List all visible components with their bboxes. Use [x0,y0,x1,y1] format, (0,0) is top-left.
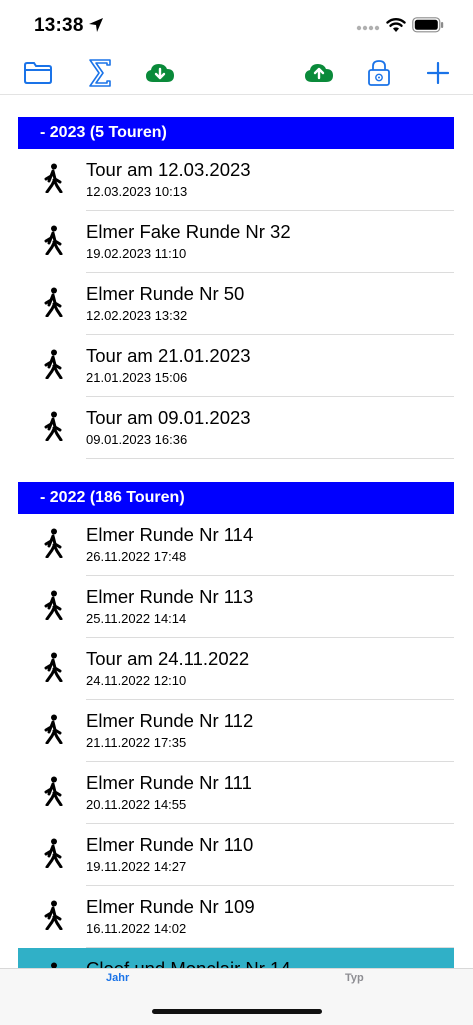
tour-date: 12.02.2023 13:32 [86,308,188,323]
tab-jahr[interactable]: Jahr [106,972,129,984]
tour-date: 26.11.2022 17:48 [86,549,187,564]
tour-title: Elmer Runde Nr 112 [86,710,254,731]
tour-row[interactable]: Tour am 21.01.2023 21.01.2023 15:06 [18,335,454,397]
statistics-button[interactable] [82,56,118,90]
cloud-upload-icon [305,64,333,82]
tour-title: Tour am 21.01.2023 [86,345,251,366]
tour-row[interactable]: Tour am 12.03.2023 12.03.2023 10:13 [18,149,454,211]
tour-title: Tour am 24.11.2022 [86,648,250,669]
tour-list[interactable]: - 2023 (5 Touren) Tour am 12.03.2023 12.03… [0,95,473,968]
walking-icon [42,163,64,198]
tour-row[interactable]: Elmer Fake Runde Nr 32 19.02.2023 11:10 [18,211,454,273]
walking-icon [42,287,64,322]
tour-row[interactable]: Tour am 09.01.2023 09.01.2023 16:36 [18,397,454,459]
tour-title: Tour am 12.03.2023 [86,159,251,180]
walking-icon [42,225,64,260]
folder-icon [24,62,52,84]
tour-row[interactable]: Elmer Runde Nr 114 26.11.2022 17:48 [18,514,454,576]
walking-icon [42,714,64,749]
lock-icon [368,60,390,86]
folder-button[interactable] [20,56,56,90]
tour-title: Elmer Fake Runde Nr 32 [86,221,291,242]
tour-title: Cloef und Monclair Nr 14 [86,958,291,968]
cloud-download-icon [146,64,174,82]
tour-row[interactable]: Elmer Runde Nr 109 16.11.2022 14:02 [18,886,454,948]
walking-icon [42,411,64,446]
tour-date: 16.11.2022 14:02 [86,921,187,936]
add-tour-button[interactable] [420,56,456,90]
tour-row[interactable]: Cloef und Monclair Nr 14 [18,948,454,968]
walking-icon [42,528,64,563]
tour-title: Elmer Runde Nr 114 [86,524,254,545]
tab-bar: Jahr Typ [0,968,473,1025]
walking-icon [42,900,64,935]
location-arrow-icon [89,18,103,32]
tour-date: 21.01.2023 15:06 [86,370,188,385]
walking-icon [42,652,64,687]
section-header[interactable]: - 2022 (186 Touren) [18,482,454,514]
tour-title: Elmer Runde Nr 109 [86,896,255,917]
tour-date: 21.11.2022 17:35 [86,735,187,750]
tour-date: 09.01.2023 16:36 [86,432,188,447]
tour-title: Elmer Runde Nr 50 [86,283,245,304]
home-indicator [152,1009,322,1014]
cloud-upload-button[interactable] [301,56,337,90]
tour-date: 24.11.2022 12:10 [86,673,187,688]
tour-date: 19.02.2023 11:10 [86,246,187,261]
tour-title: Elmer Runde Nr 113 [86,586,254,607]
walking-icon [42,838,64,873]
status-bar: 13:38 [0,0,473,52]
section-header[interactable]: - 2023 (5 Touren) [18,117,454,149]
cellular-signal-icon [356,25,380,31]
tour-row[interactable]: Elmer Runde Nr 50 12.02.2023 13:32 [18,273,454,335]
tour-date: 19.11.2022 14:27 [86,859,187,874]
tour-title: Tour am 09.01.2023 [86,407,251,428]
cloud-download-button[interactable] [142,56,178,90]
wifi-icon [386,18,406,32]
tour-date: 25.11.2022 14:14 [86,611,187,626]
tour-row[interactable]: Elmer Runde Nr 112 21.11.2022 17:35 [18,700,454,762]
tour-row[interactable]: Elmer Runde Nr 111 20.11.2022 14:55 [18,762,454,824]
tour-title: Elmer Runde Nr 110 [86,834,254,855]
sigma-icon [89,59,111,87]
row-separator [86,458,454,459]
walking-icon [42,349,64,384]
tour-row[interactable]: Tour am 24.11.2022 24.11.2022 12:10 [18,638,454,700]
walking-icon [42,590,64,625]
tour-title: Elmer Runde Nr 111 [86,772,252,793]
tour-date: 20.11.2022 14:55 [86,797,187,812]
tour-row[interactable]: Elmer Runde Nr 113 25.11.2022 14:14 [18,576,454,638]
tour-row[interactable]: Elmer Runde Nr 110 19.11.2022 14:27 [18,824,454,886]
walking-icon [42,776,64,811]
tour-date: 12.03.2023 10:13 [86,184,188,199]
lock-button[interactable] [361,56,397,90]
battery-icon [412,17,444,33]
plus-icon [427,62,449,84]
toolbar [0,52,473,95]
status-time: 13:38 [34,15,84,36]
tab-typ[interactable]: Typ [345,972,364,984]
